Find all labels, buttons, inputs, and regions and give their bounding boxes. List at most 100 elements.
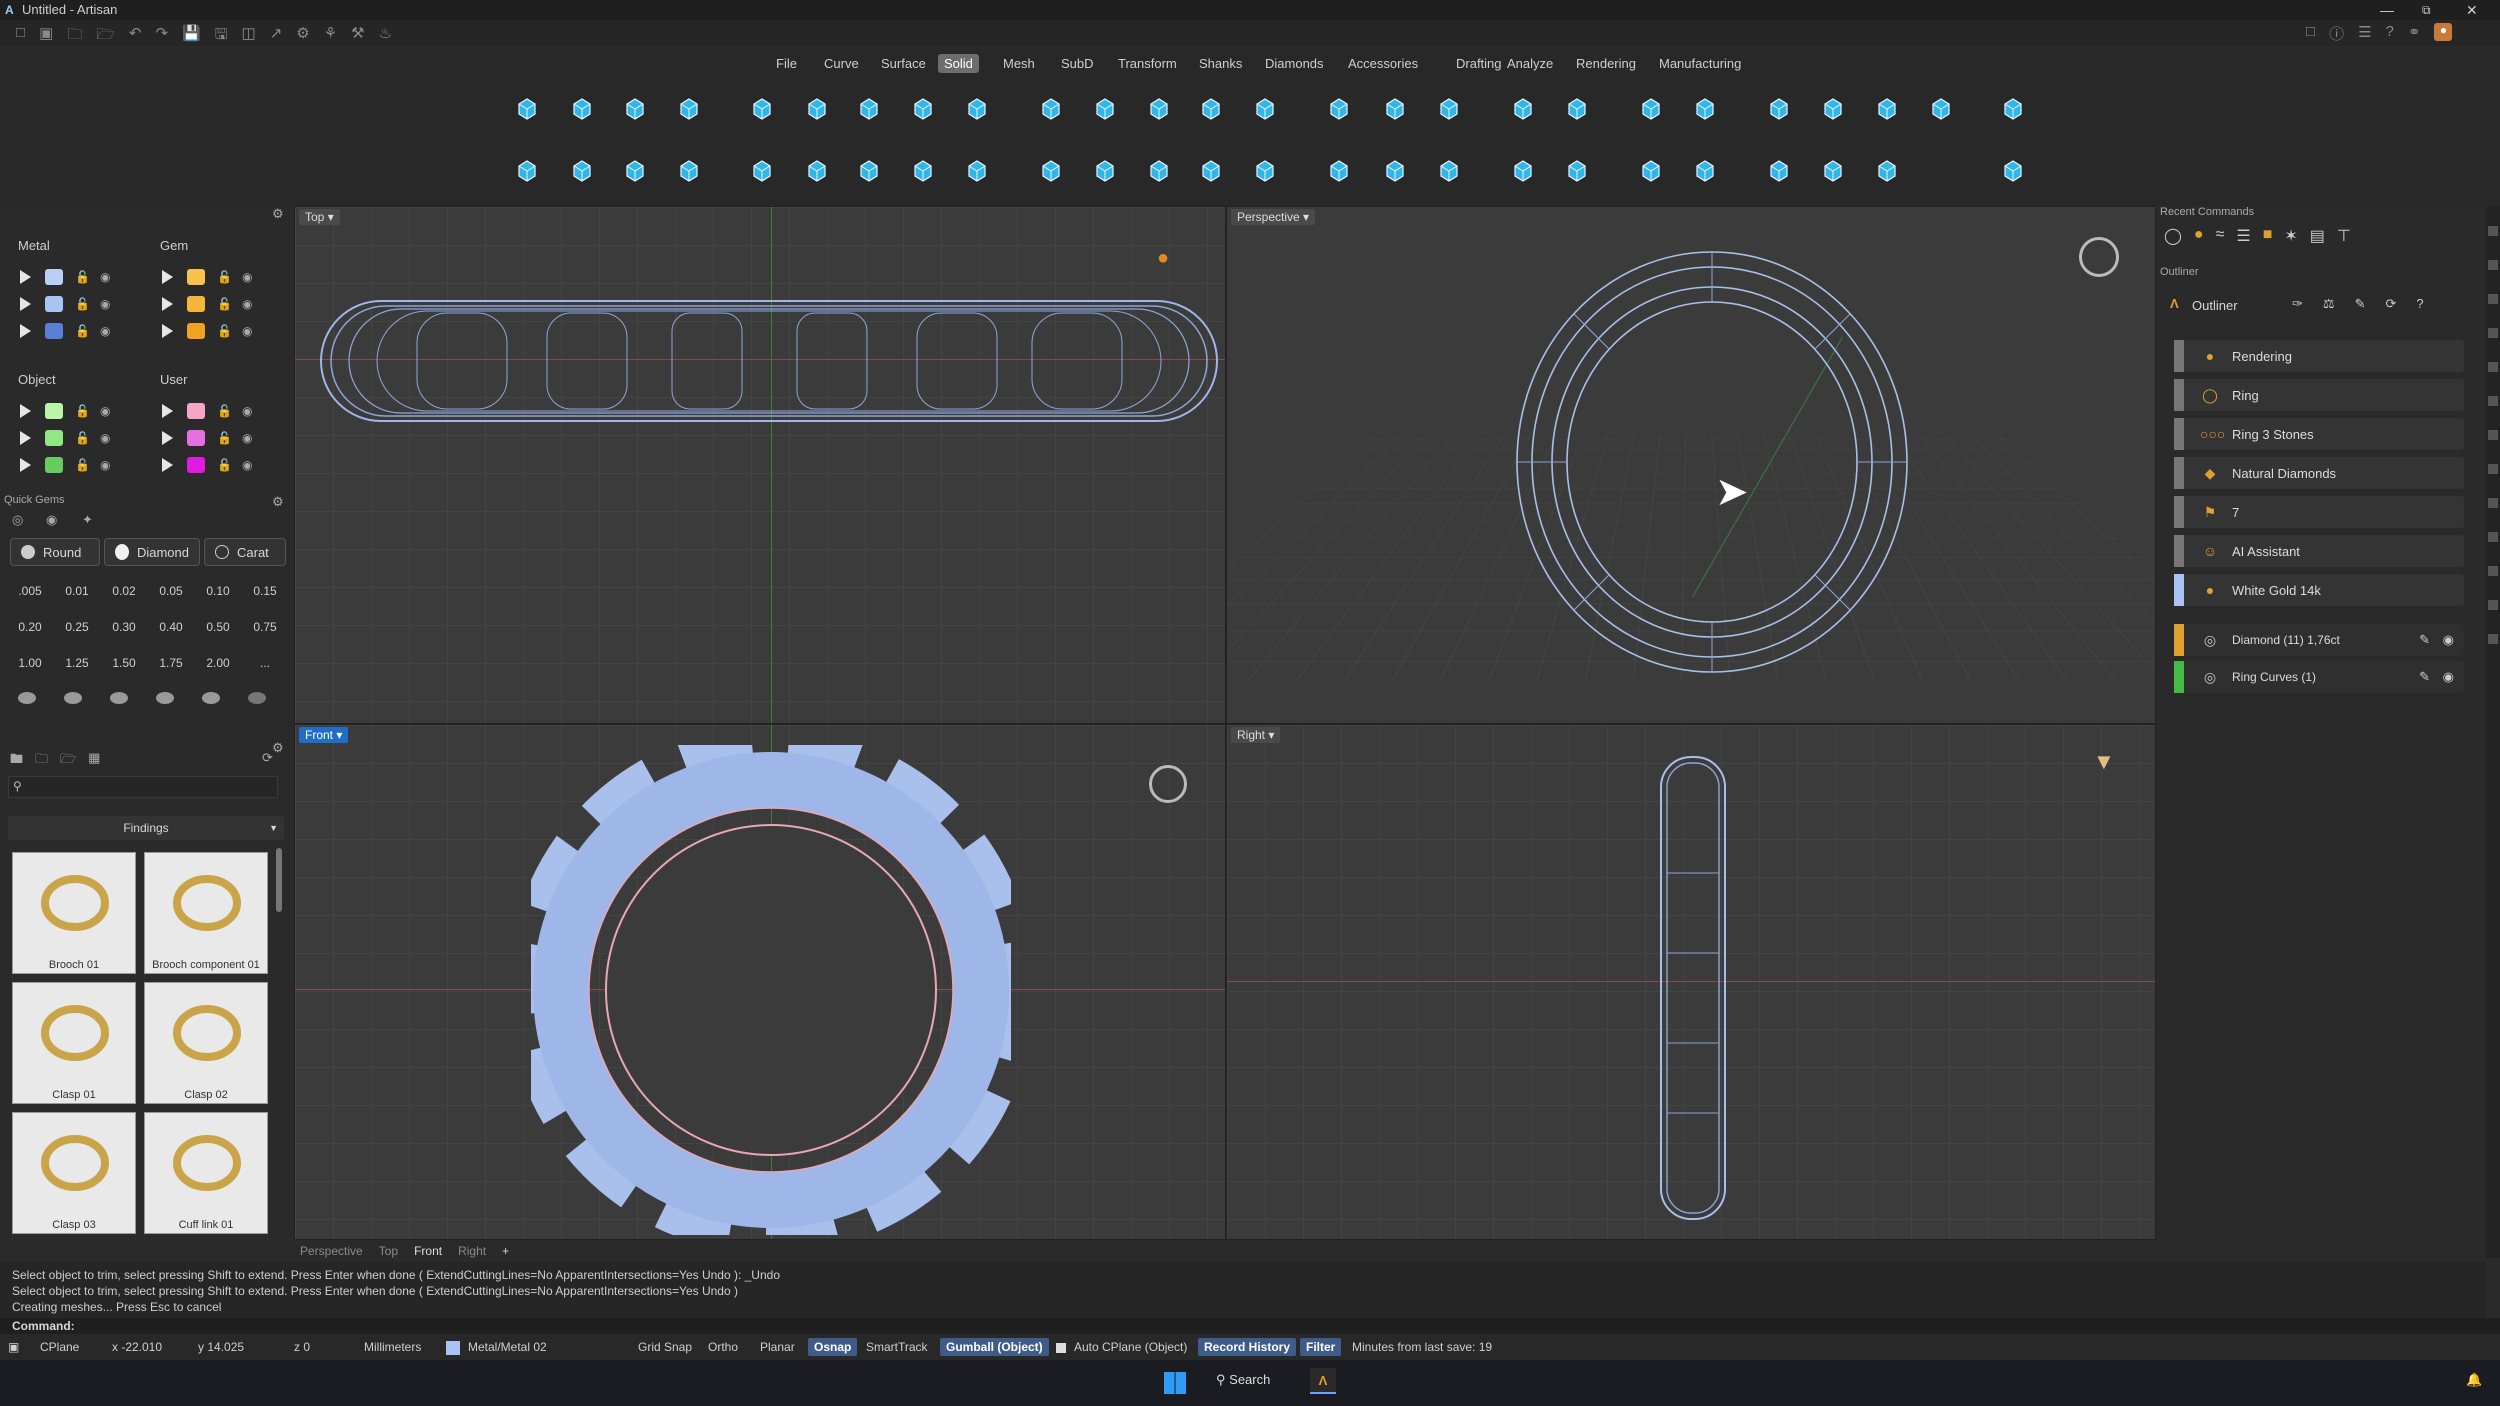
notifications-icon[interactable]: 🔔 (2466, 1372, 2482, 1388)
minimize-button[interactable]: — (2380, 0, 2394, 20)
menu-surface[interactable]: Surface (875, 54, 932, 73)
save-as-icon[interactable]: 🖫 (215, 24, 228, 49)
script-icon[interactable]: ♨ (379, 24, 392, 49)
solid-tool-icon[interactable] (1378, 92, 1412, 126)
recent-command-icon[interactable]: ▤ (2310, 226, 2325, 246)
outliner-row[interactable]: ⚑ 7 (2174, 496, 2464, 528)
carat-value-button[interactable]: 0.75 (243, 620, 287, 634)
library-category-dropdown[interactable]: Findings ▼ (8, 816, 284, 840)
side-strip-icons[interactable] (2488, 226, 2498, 666)
undo-icon[interactable]: ↶ (129, 24, 142, 49)
settings-icon[interactable]: ⚙ (296, 24, 309, 49)
carat-value-button[interactable]: 0.05 (149, 584, 193, 598)
gem-preset-icon[interactable] (110, 692, 128, 704)
visibility-eye-icon[interactable]: ◉ (100, 270, 110, 284)
link-icon[interactable]: ⚭ (2408, 23, 2421, 44)
carat-value-button[interactable]: 0.10 (196, 584, 240, 598)
solid-tool-icon[interactable] (1870, 92, 1904, 126)
maximize-button[interactable]: ⧉ (2422, 0, 2431, 20)
account-icon[interactable]: ● (2434, 23, 2453, 41)
recent-command-icon[interactable]: ◯ (2164, 226, 2182, 246)
recent-command-icon[interactable]: ⊤ (2337, 226, 2351, 246)
gem-preset-icon[interactable] (156, 692, 174, 704)
edit-icon[interactable]: ✎ (2419, 669, 2430, 685)
lock-icon[interactable]: 🔓 (75, 297, 90, 311)
solid-tool-icon[interactable] (1634, 154, 1668, 188)
open-folder-icon[interactable]: 🗀 (67, 24, 82, 49)
menu-diamonds[interactable]: Diamonds (1259, 54, 1330, 73)
outliner-row[interactable]: ☺ AI Assistant (2174, 535, 2464, 567)
solid-tool-icon[interactable] (1688, 92, 1722, 126)
solid-tool-icon[interactable] (1432, 92, 1466, 126)
gem-preset-icon[interactable] (18, 692, 36, 704)
visibility-eye-icon[interactable]: ◉ (242, 404, 252, 418)
play-icon[interactable] (162, 431, 173, 445)
user-layer-row[interactable]: 🔓 ◉ (162, 398, 252, 424)
layer-color-swatch[interactable] (187, 296, 205, 312)
tab-right[interactable]: Right (458, 1244, 486, 1258)
play-icon[interactable] (20, 404, 31, 418)
solid-tool-icon[interactable] (1432, 154, 1466, 188)
carat-value-button[interactable]: 0.15 (243, 584, 287, 598)
help-icon[interactable]: ? (2416, 296, 2423, 312)
play-icon[interactable] (162, 404, 173, 418)
layer-color-swatch[interactable] (187, 457, 205, 473)
user-layer-row[interactable]: 🔓 ◉ (162, 452, 252, 478)
solid-tool-icon[interactable] (510, 92, 544, 126)
solid-tool-icon[interactable] (906, 154, 940, 188)
layer-color-swatch[interactable] (187, 430, 205, 446)
ortho-toggle[interactable]: Ortho (708, 1340, 738, 1354)
menu-analyze[interactable]: Analyze (1501, 54, 1559, 73)
solid-tool-icon[interactable] (1870, 154, 1904, 188)
carat-value-button[interactable]: 0.30 (102, 620, 146, 634)
lock-icon[interactable]: 🔓 (75, 270, 90, 284)
menu-shanks[interactable]: Shanks (1193, 54, 1248, 73)
recent-command-icon[interactable]: ≈ (2216, 226, 2225, 246)
edit-icon[interactable]: ✎ (2419, 632, 2430, 648)
viewport-front[interactable]: Front ▾ (294, 724, 1226, 1240)
outliner-row[interactable]: ◆ Natural Diamonds (2174, 457, 2464, 489)
recent-command-icon[interactable]: ✶ (2284, 226, 2297, 246)
viewport-top-label[interactable]: Top ▾ (299, 209, 340, 225)
solid-tool-icon[interactable] (1816, 154, 1850, 188)
play-icon[interactable] (20, 324, 31, 338)
solid-tool-icon[interactable] (1322, 154, 1356, 188)
export-icon[interactable]: ↗ (270, 24, 283, 49)
library-item[interactable]: Clasp 03 (12, 1112, 136, 1234)
viewport-perspective-label[interactable]: Perspective ▾ (1231, 209, 1316, 225)
object-layer-row[interactable]: 🔓 ◉ (20, 425, 110, 451)
recent-command-icon[interactable]: ☰ (2236, 226, 2250, 246)
refresh-icon[interactable]: ⟳ (2385, 296, 2396, 312)
solid-tool-icon[interactable] (1924, 92, 1958, 126)
gem-pin-icon[interactable]: ✦ (82, 512, 93, 528)
carat-value-button[interactable]: 0.50 (196, 620, 240, 634)
solid-tool-icon[interactable] (1634, 92, 1668, 126)
close-button[interactable]: ✕ (2466, 0, 2478, 20)
object-layer-row[interactable]: 🔓 ◉ (20, 452, 110, 478)
lock-icon[interactable]: 🔓 (217, 297, 232, 311)
document-icon[interactable]: □ (2306, 23, 2315, 44)
library-item[interactable]: Cuff link 01 (144, 1112, 268, 1234)
eyedropper-icon[interactable]: ✑ (2292, 296, 2303, 312)
layer-color-swatch[interactable] (187, 323, 205, 339)
solid-tool-icon[interactable] (1816, 92, 1850, 126)
library-import-icon[interactable]: 🗁 (60, 750, 76, 772)
carat-value-button[interactable]: 0.40 (149, 620, 193, 634)
osnap-toggle[interactable]: Osnap (808, 1338, 858, 1356)
panel-settings-icon[interactable]: ⚙ (272, 494, 284, 510)
recent-command-icon[interactable]: ● (2194, 226, 2204, 246)
gem-layer-row[interactable]: 🔓 ◉ (162, 318, 252, 344)
carat-value-button[interactable]: 1.25 (55, 656, 99, 670)
balance-icon[interactable]: ⚖ (2323, 296, 2335, 312)
visibility-eye-icon[interactable]: ◉ (100, 431, 110, 445)
play-icon[interactable] (20, 458, 31, 472)
solid-tool-icon[interactable] (1194, 92, 1228, 126)
carat-value-button[interactable]: .005 (8, 584, 52, 598)
gem-preset-icon[interactable] (64, 692, 82, 704)
layer-color-swatch[interactable] (45, 403, 63, 419)
solid-tool-icon[interactable] (1560, 154, 1594, 188)
solid-tool-icon[interactable] (745, 92, 779, 126)
solid-tool-icon[interactable] (1762, 92, 1796, 126)
gem-layer-row[interactable]: 🔓 ◉ (162, 291, 252, 317)
viewport-right[interactable]: Right ▾ ▼ (1226, 724, 2156, 1240)
